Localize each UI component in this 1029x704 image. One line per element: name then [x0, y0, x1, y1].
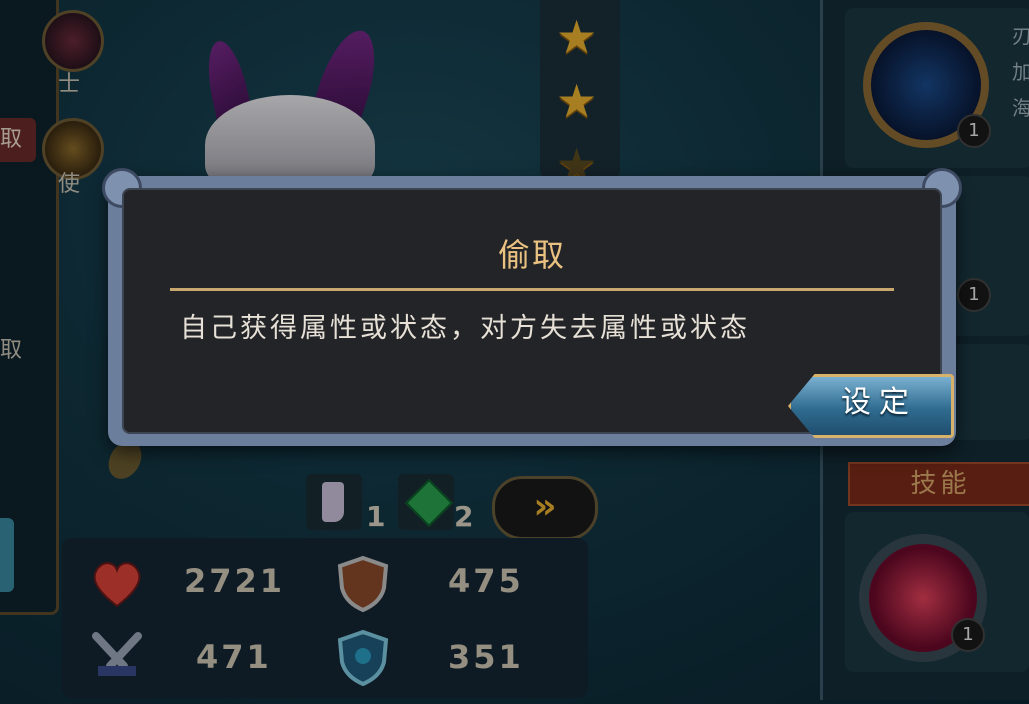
dialog-description: 自己获得属性或状态，对方失去属性或状态 — [180, 313, 750, 344]
crossed-swords-icon — [88, 630, 146, 684]
class-label-1: 士 — [58, 72, 81, 97]
next-page-button[interactable]: » — [492, 476, 598, 540]
gem-count: 2 — [454, 500, 474, 533]
hero-slot-1[interactable]: 1 — [845, 8, 1029, 168]
hero-level-badge: 1 — [957, 278, 991, 312]
confirm-button-label: 设定 — [841, 385, 917, 420]
magic-shield-icon — [334, 628, 392, 687]
left-panel: 士 使 取 取 — [0, 0, 104, 615]
star-icon: ★ — [556, 10, 598, 64]
class-label-2: 使 — [58, 172, 81, 197]
stats-panel: 2721 475 471 351 — [62, 538, 588, 698]
dialog-body-panel: 偷取 自己获得属性或状态，对方失去属性或状态 设定 — [122, 188, 954, 438]
star-icon: ★ — [556, 74, 598, 128]
left-label-3: 取 — [0, 338, 23, 363]
boot-icon[interactable] — [306, 474, 362, 530]
side-text: 刃 — [1012, 24, 1029, 48]
star-rating: ★ ★ ★ — [540, 0, 620, 188]
magic-defense-value: 351 — [448, 638, 524, 676]
class-warrior-icon[interactable] — [42, 10, 104, 72]
dialog-title: 偷取 — [497, 236, 566, 274]
left-expand-button[interactable] — [0, 518, 14, 592]
confirm-button[interactable]: 设定 — [788, 374, 954, 438]
side-text: 加 — [1012, 60, 1029, 84]
hp-value: 2721 — [184, 562, 286, 600]
skill-level-badge: 1 — [951, 618, 985, 652]
boot-count: 1 — [366, 500, 386, 533]
info-dialog: 偷取 自己获得属性或状态，对方失去属性或状态 设定 — [93, 159, 971, 446]
skill-header: 技能 — [848, 462, 1029, 506]
attack-value: 471 — [196, 638, 272, 676]
gem-icon[interactable] — [398, 474, 454, 530]
heart-icon — [88, 556, 146, 610]
side-text: 海 — [1012, 96, 1029, 120]
hero-level-badge: 1 — [957, 114, 991, 148]
skill-slot[interactable]: 1 — [845, 512, 1029, 672]
left-tab[interactable]: 取 — [0, 118, 36, 162]
defense-value: 475 — [448, 562, 524, 600]
dialog-divider — [170, 288, 894, 291]
shield-icon — [334, 554, 392, 613]
